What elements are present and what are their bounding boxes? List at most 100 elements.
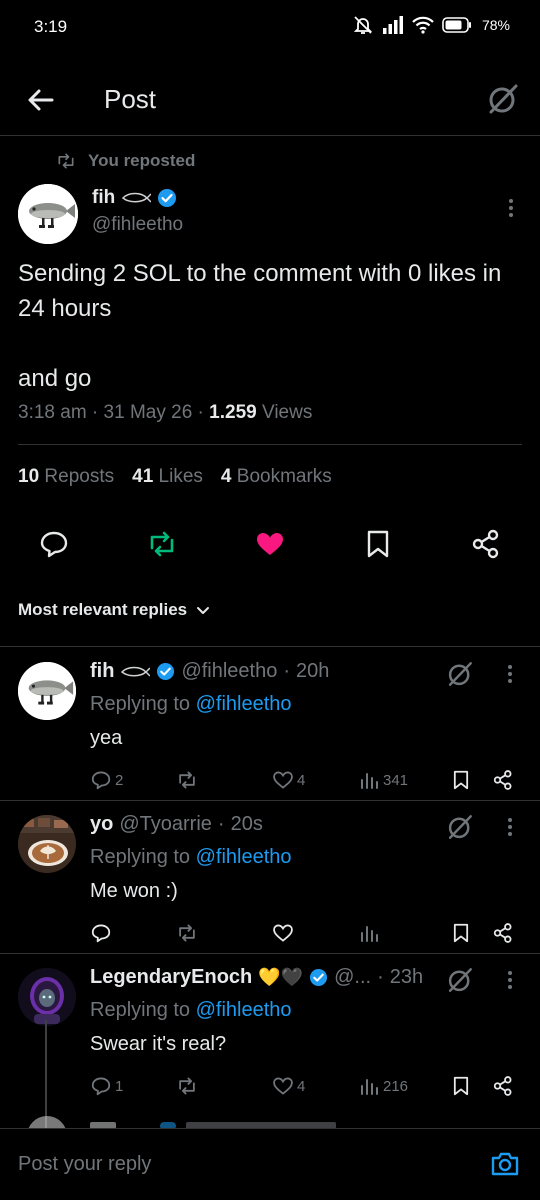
reply-more-button[interactable] — [500, 815, 520, 839]
bookmarks-stat[interactable]: 4 Bookmarks — [221, 466, 332, 488]
grok-button[interactable] — [446, 660, 474, 688]
reply-action-bar — [0, 918, 540, 948]
reply-header: fih @fihleetho · 20h — [90, 660, 330, 683]
like-button[interactable] — [254, 528, 286, 560]
reply-more-button[interactable] — [500, 968, 520, 992]
likes-stat[interactable]: 41 Likes — [132, 466, 203, 488]
reply-composer — [0, 1128, 540, 1200]
repost-icon — [179, 771, 195, 789]
reply-comment-button[interactable]: 1 — [90, 1071, 123, 1101]
reply-handle[interactable]: @... — [334, 966, 371, 989]
name-emoji: 💛🖤 — [258, 967, 304, 987]
reply-handle[interactable]: @Tyoarrie — [119, 813, 212, 836]
reply-like-button[interactable] — [272, 918, 297, 948]
reply-share-button[interactable] — [492, 765, 514, 795]
reply-author-name[interactable]: yo — [90, 813, 113, 836]
views-icon — [361, 773, 378, 789]
bookmark-icon — [367, 530, 389, 558]
more-vertical-icon — [509, 199, 513, 217]
clipped-reply-shapes — [28, 1116, 336, 1128]
repost-context: You reposted — [56, 151, 195, 171]
reply-bookmark-button[interactable] — [450, 765, 472, 795]
heart-icon — [273, 1077, 293, 1095]
replying-to-link[interactable]: @fihleetho — [196, 846, 292, 868]
reply-more-button[interactable] — [500, 662, 520, 686]
reply-item[interactable]: fih @fihleetho · 20h Replying to @fihlee… — [0, 660, 540, 800]
reply-share-button[interactable] — [492, 918, 514, 948]
more-vertical-icon — [508, 818, 512, 836]
replying-to-link[interactable]: @fihleetho — [196, 693, 292, 715]
replies-sort-label: Most relevant replies — [18, 600, 188, 619]
reply-input[interactable] — [18, 1153, 458, 1176]
reply-bookmark-button[interactable] — [450, 1071, 472, 1101]
grok-button[interactable] — [486, 82, 520, 116]
signal-icon — [382, 16, 403, 34]
reply-like-button[interactable]: 4 — [272, 1071, 305, 1101]
share-icon — [493, 770, 512, 790]
author-name[interactable]: fih — [92, 187, 115, 209]
share-icon — [493, 1076, 512, 1096]
reply-views-button[interactable]: 341 — [360, 765, 408, 795]
share-icon — [472, 529, 499, 559]
post-text-line: Sending 2 SOL to the comment with 0 like… — [18, 260, 502, 322]
post-date: 31 May 26 — [103, 402, 193, 423]
separator — [0, 800, 540, 801]
page-title: Post — [104, 84, 157, 114]
reply-action-bar: 1 4 216 — [0, 1071, 540, 1101]
post-meta: 3:18 am · 31 May 26 · 1.259 Views — [18, 402, 313, 423]
post-text: Sending 2 SOL to the comment with 0 like… — [18, 256, 518, 396]
bookmark-button[interactable] — [362, 528, 394, 560]
replying-to: Replying to @fihleetho — [90, 693, 292, 715]
reply-time: 23h — [389, 966, 424, 988]
reply-repost-button[interactable] — [176, 765, 201, 795]
reply-avatar[interactable] — [18, 968, 76, 1026]
status-time: 3:19 — [34, 17, 68, 36]
reply-author-name[interactable]: LegendaryEnoch — [90, 966, 252, 989]
views-icon — [361, 1079, 378, 1095]
grok-button[interactable] — [446, 813, 474, 841]
reply-item[interactable]: yo @Tyoarrie · 20s Replying to @fihleeth… — [0, 813, 540, 953]
divider — [18, 444, 522, 445]
more-vertical-icon — [508, 665, 512, 683]
bookmark-icon — [453, 1076, 469, 1096]
reply-repost-button[interactable] — [176, 918, 201, 948]
author-handle[interactable]: @fihleetho — [92, 214, 183, 236]
reply-action-bar: 2 4 341 — [0, 765, 540, 795]
comment-icon — [40, 531, 68, 558]
reply-repost-button[interactable] — [176, 1071, 201, 1101]
views-label[interactable]: Views — [262, 402, 312, 423]
grok-icon — [448, 815, 472, 839]
replying-to-link[interactable]: @fihleetho — [196, 999, 292, 1021]
reposts-stat[interactable]: 10 Reposts — [18, 466, 114, 488]
repost-icon — [179, 1077, 195, 1095]
share-button[interactable] — [470, 528, 502, 560]
repost-button[interactable] — [146, 528, 178, 560]
reply-button[interactable] — [38, 528, 70, 560]
reply-like-button[interactable]: 4 — [272, 765, 305, 795]
reply-item[interactable]: LegendaryEnoch 💛🖤 @... · 23h Replying to… — [0, 966, 540, 1106]
reply-bookmark-button[interactable] — [450, 918, 472, 948]
reply-handle[interactable]: @fihleetho — [181, 660, 277, 683]
reply-comment-button[interactable]: 2 — [90, 765, 123, 795]
back-button[interactable] — [24, 83, 58, 117]
grok-button[interactable] — [446, 966, 474, 994]
author-avatar[interactable] — [18, 184, 78, 244]
reply-avatar[interactable] — [18, 662, 76, 720]
comment-icon — [91, 924, 111, 943]
replying-to: Replying to @fihleetho — [90, 999, 292, 1021]
separator — [0, 646, 540, 647]
reply-text: Me won :) — [90, 880, 178, 902]
reply-views-button[interactable] — [360, 918, 383, 948]
reply-views-button[interactable]: 216 — [360, 1071, 408, 1101]
replies-sort-dropdown[interactable]: Most relevant replies — [18, 600, 211, 620]
reply-author-name[interactable]: fih — [90, 660, 114, 683]
fish-avatar-icon — [18, 184, 78, 244]
camera-icon — [491, 1152, 519, 1176]
reply-comment-button[interactable] — [90, 918, 115, 948]
reply-avatar[interactable] — [18, 815, 76, 873]
camera-button[interactable] — [490, 1149, 520, 1179]
battery-level: 78% — [481, 17, 510, 33]
reply-share-button[interactable] — [492, 1071, 514, 1101]
post-more-button[interactable] — [501, 196, 521, 220]
post-stats: 10 Reposts 41 Likes 4 Bookmarks — [18, 466, 332, 488]
